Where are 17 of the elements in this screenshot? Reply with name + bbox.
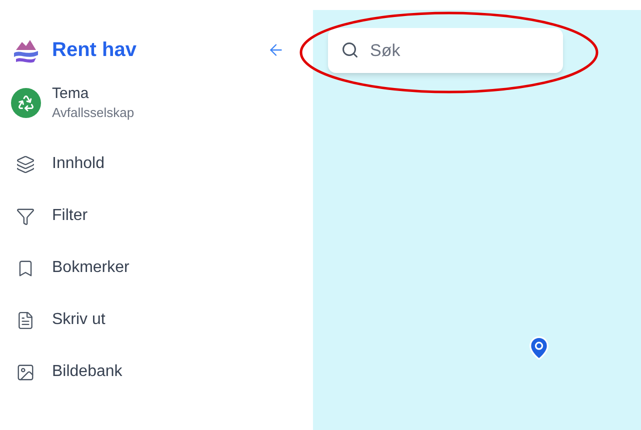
map-area[interactable]: Søk [313, 10, 641, 430]
search-icon [341, 41, 359, 59]
layers-icon [16, 154, 35, 174]
app-name: Rent hav [52, 38, 136, 63]
theme-title: Tema [52, 84, 90, 104]
menu-item[interactable]: Bokmerker [0, 242, 313, 294]
image-icon [16, 362, 35, 382]
menu-item[interactable]: Filter [0, 190, 313, 242]
recycle-icon [11, 88, 41, 118]
menu-item[interactable]: Skriv ut [0, 294, 313, 346]
theme-subtitle: Avfallsselskap [52, 104, 134, 122]
collapse-button[interactable] [267, 41, 285, 59]
search-field[interactable]: Søk [328, 28, 563, 73]
document-icon [16, 310, 35, 330]
menu-item[interactable]: Bildebank [0, 346, 313, 398]
filter-icon [16, 206, 35, 226]
menu-item[interactable]: Innhold [0, 138, 313, 190]
